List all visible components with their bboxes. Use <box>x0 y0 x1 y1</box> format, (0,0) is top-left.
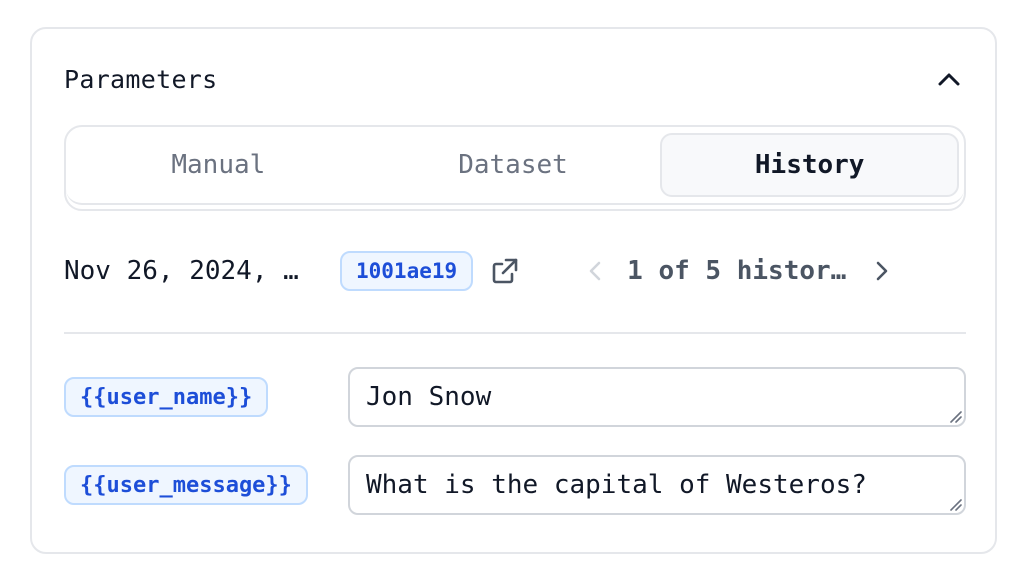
history-pager: 1 of 5 histor… <box>581 251 896 291</box>
collapse-button[interactable] <box>931 61 967 97</box>
tab-history[interactable]: History <box>660 133 960 197</box>
user-name-input[interactable]: Jon Snow <box>348 367 966 427</box>
parameters-panel: Parameters Manual Dataset History Nov 26… <box>30 27 997 554</box>
tab-manual[interactable]: Manual <box>71 133 366 197</box>
input-value: What is the capital of Westeros? <box>366 470 867 500</box>
chevron-left-icon <box>589 261 601 281</box>
history-date: Nov 26, 2024, … <box>64 256 299 286</box>
tab-dataset[interactable]: Dataset <box>366 133 661 197</box>
param-row-user-message: {{user_message}} What is the capital of … <box>64 455 966 515</box>
param-row-user-name: {{user_name}} Jon Snow <box>64 367 966 427</box>
input-value: Jon Snow <box>366 382 492 412</box>
param-name-tag: {{user_name}} <box>64 377 269 417</box>
section-divider <box>64 332 966 334</box>
chevron-right-icon <box>877 261 888 281</box>
panel-title: Parameters <box>64 64 218 94</box>
history-row: Nov 26, 2024, … 1001ae19 1 of 5 histor… <box>64 251 963 291</box>
chevron-up-icon <box>938 73 960 86</box>
resize-handle-icon[interactable] <box>948 409 962 423</box>
panel-header: Parameters <box>64 59 963 99</box>
prev-history-button[interactable] <box>581 251 609 291</box>
tab-bar: Manual Dataset History <box>66 127 964 205</box>
param-name-tag: {{user_message}} <box>64 465 308 505</box>
open-external-button[interactable] <box>489 255 521 287</box>
user-message-input[interactable]: What is the capital of Westeros? <box>348 455 966 515</box>
external-link-icon <box>492 258 518 284</box>
next-history-button[interactable] <box>868 251 896 291</box>
commit-hash-badge[interactable]: 1001ae19 <box>340 251 474 291</box>
resize-handle-icon[interactable] <box>948 497 962 511</box>
history-position: 1 of 5 histor… <box>627 256 847 286</box>
tab-group: Manual Dataset History <box>64 125 966 211</box>
